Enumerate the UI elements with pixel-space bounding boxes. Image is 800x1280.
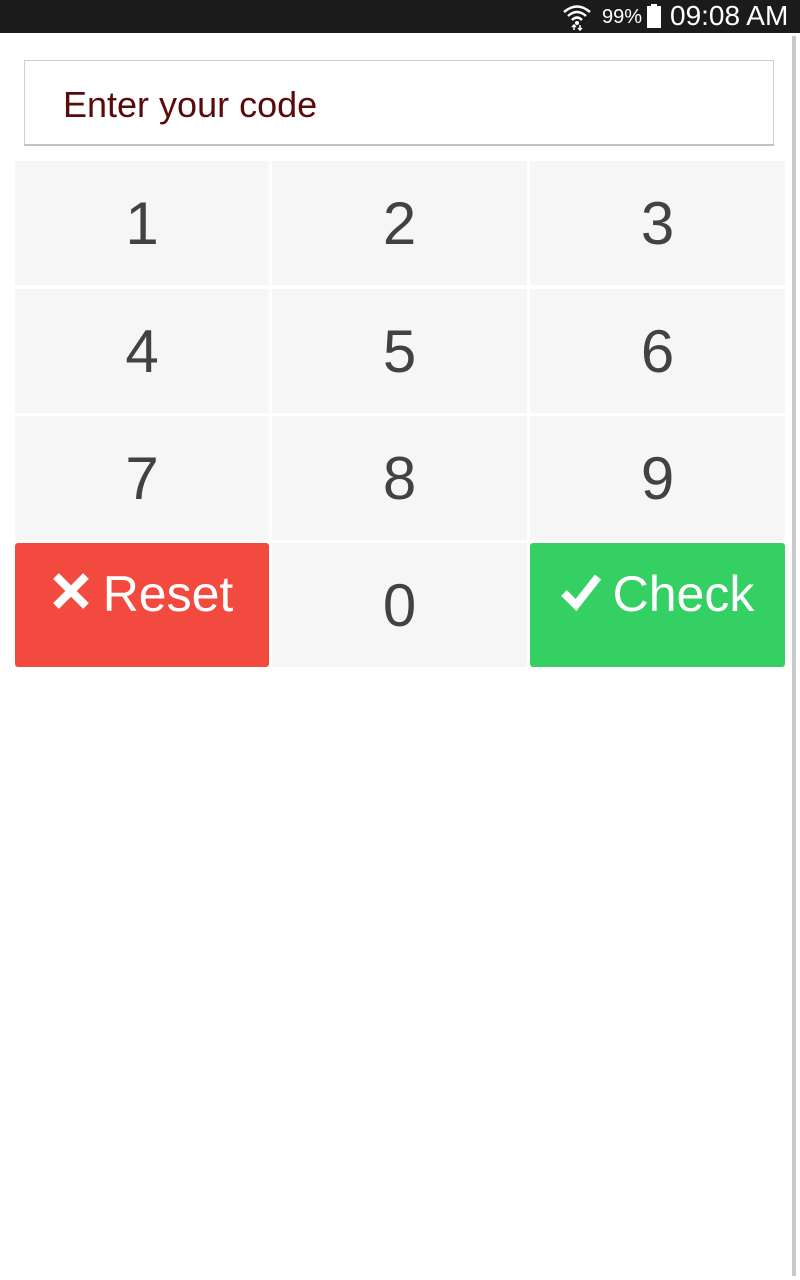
checkmark-icon [560, 574, 601, 611]
code-input[interactable] [63, 85, 743, 125]
code-field[interactable] [24, 60, 774, 146]
key-label: 6 [640, 317, 675, 385]
key-4[interactable]: 4 [15, 289, 269, 413]
reset-button[interactable]: Reset [15, 543, 269, 667]
key-8[interactable]: 8 [272, 416, 527, 540]
status-bar: 99% 09:08 AM [0, 0, 800, 33]
reset-label: Reset [102, 566, 234, 622]
key-label: 5 [382, 317, 417, 385]
key-label: 2 [382, 189, 417, 257]
key-9[interactable]: 9 [530, 416, 785, 540]
check-button[interactable]: Check [530, 543, 785, 667]
key-0[interactable]: 0 [272, 543, 527, 667]
key-label: 3 [640, 189, 675, 257]
scrollbar[interactable] [792, 36, 796, 1276]
key-label: 9 [640, 444, 675, 512]
key-7[interactable]: 7 [15, 416, 269, 540]
key-5[interactable]: 5 [272, 289, 527, 413]
check-label: Check [612, 566, 755, 622]
key-3[interactable]: 3 [530, 161, 785, 285]
key-6[interactable]: 6 [530, 289, 785, 413]
key-label: 7 [125, 444, 159, 512]
key-label: 4 [125, 317, 159, 385]
close-icon [52, 573, 89, 609]
wifi-icon [563, 5, 591, 31]
key-label: 8 [382, 444, 417, 512]
battery-percentage: 99% [602, 6, 643, 28]
clock: 09:08 AM [670, 0, 789, 31]
battery-icon [647, 4, 661, 28]
key-label: 1 [125, 189, 159, 257]
key-1[interactable]: 1 [15, 161, 269, 285]
key-2[interactable]: 2 [272, 161, 527, 285]
key-label: 0 [382, 571, 417, 639]
